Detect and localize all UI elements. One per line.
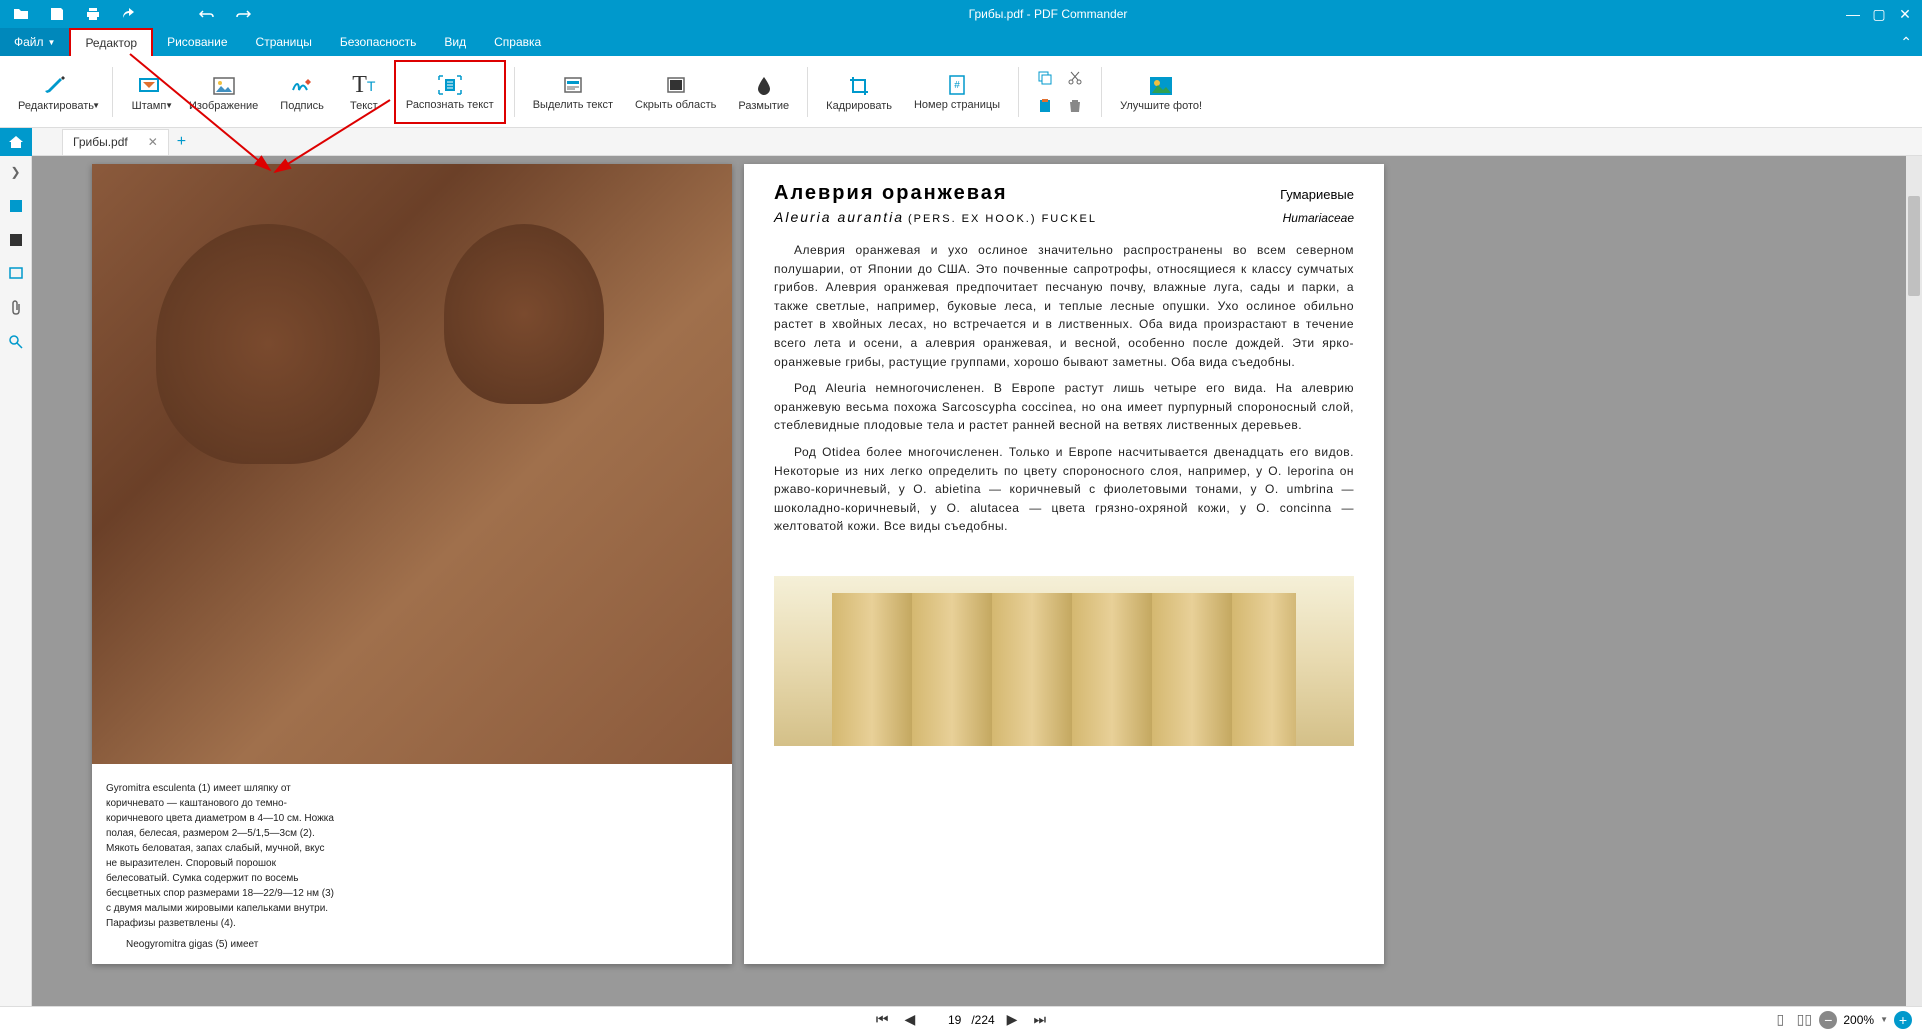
first-page-icon[interactable]: ⏮ <box>872 1011 893 1028</box>
maximize-icon[interactable]: ▢ <box>1870 5 1888 23</box>
search-icon[interactable] <box>4 330 28 354</box>
article-body: Алеврия оранжевая и ухо ослиное значител… <box>774 241 1354 536</box>
window-title: Грибы.pdf - PDF Commander <box>252 7 1844 21</box>
menu-file[interactable]: Файл ▼ <box>0 28 69 56</box>
left-page-caption: Gyromitra esculenta (1) имеет шляпку от … <box>92 769 352 964</box>
document-tab-label: Грибы.pdf <box>73 135 128 149</box>
aleuria-illustration <box>774 576 1354 746</box>
zoom-in-icon[interactable]: + <box>1894 1011 1912 1029</box>
tool-edit[interactable]: Редактировать ▼ <box>8 60 104 124</box>
page-total: /224 <box>971 1013 994 1027</box>
delete-icon[interactable] <box>1063 94 1087 118</box>
stamp-icon <box>133 72 165 100</box>
tool-crop[interactable]: Кадрировать <box>816 60 902 124</box>
image-icon <box>208 72 240 100</box>
chevron-down-icon: ▼ <box>92 101 100 110</box>
add-tab-icon[interactable]: + <box>177 133 186 151</box>
tool-text[interactable]: TT Текст <box>336 60 392 124</box>
tool-blur[interactable]: Размытие <box>728 60 799 124</box>
latin-name: Aleuria aurantia <box>774 209 904 225</box>
save-icon[interactable] <box>48 5 66 23</box>
menu-help[interactable]: Справка <box>480 28 555 56</box>
tool-highlight[interactable]: Выделить текст <box>523 60 623 124</box>
svg-text:#: # <box>954 80 960 91</box>
scroll-thumb[interactable] <box>1908 196 1920 296</box>
open-icon[interactable] <box>12 5 30 23</box>
family-name: Гумариевые <box>1280 187 1354 202</box>
print-icon[interactable] <box>84 5 102 23</box>
prev-page-icon[interactable]: ◀ <box>901 1011 920 1028</box>
highlight-icon <box>557 71 589 99</box>
tool-pagenum[interactable]: # Номер страницы <box>904 60 1010 124</box>
zoom-dropdown-icon[interactable]: ▼ <box>1880 1015 1888 1024</box>
blur-icon <box>748 72 780 100</box>
document-tab[interactable]: Грибы.pdf ✕ <box>62 129 169 155</box>
undo-icon[interactable] <box>198 5 216 23</box>
next-page-icon[interactable]: ▶ <box>1003 1011 1022 1028</box>
tool-enhance[interactable]: Улучшите фото! <box>1110 60 1212 124</box>
menu-pages[interactable]: Страницы <box>242 28 326 56</box>
zoom-level: 200% <box>1843 1013 1874 1027</box>
collapse-ribbon-icon[interactable]: ⌃ <box>1900 34 1912 51</box>
view-double-icon[interactable]: ▯▯ <box>1795 1011 1813 1029</box>
enhance-photo-icon <box>1145 72 1177 100</box>
menu-security[interactable]: Безопасность <box>326 28 431 56</box>
menu-view[interactable]: Вид <box>430 28 480 56</box>
home-tab[interactable] <box>0 128 32 156</box>
copy-icon[interactable] <box>1033 66 1057 90</box>
edit-icon <box>40 72 72 100</box>
mushroom-illustration <box>92 164 732 764</box>
menu-editor[interactable]: Редактор <box>69 28 153 56</box>
latin-author: (PERS. EX HOOK.) FUCKEL <box>908 213 1097 225</box>
signature-icon <box>286 72 318 100</box>
bookmarks-icon[interactable] <box>4 228 28 252</box>
cut-icon[interactable] <box>1063 66 1087 90</box>
view-single-icon[interactable]: ▯ <box>1771 1011 1789 1029</box>
tool-hide[interactable]: Скрыть область <box>625 60 726 124</box>
page-right: Алеврия оранжевая Гумариевые Aleuria aur… <box>744 164 1384 964</box>
menu-drawing[interactable]: Рисование <box>153 28 241 56</box>
tool-stamp[interactable]: Штамп ▼ <box>121 60 177 124</box>
vertical-scrollbar[interactable] <box>1906 156 1922 1006</box>
chevron-down-icon: ▼ <box>165 101 173 110</box>
page-left: Gyromitra esculenta (1) имеет шляпку от … <box>92 164 732 964</box>
close-tab-icon[interactable]: ✕ <box>148 135 158 149</box>
crop-icon <box>843 72 875 100</box>
ocr-icon <box>434 71 466 99</box>
thumbnails-icon[interactable] <box>4 194 28 218</box>
hide-area-icon <box>660 71 692 99</box>
family-latin: Humariaceae <box>1283 211 1354 225</box>
close-icon[interactable]: ✕ <box>1896 5 1914 23</box>
zoom-out-icon[interactable]: − <box>1819 1011 1837 1029</box>
tool-ocr[interactable]: Распознать текст <box>394 60 506 124</box>
paste-icon[interactable] <box>1033 94 1057 118</box>
attachments-icon[interactable] <box>4 296 28 320</box>
pagenum-icon: # <box>941 71 973 99</box>
species-title: Алеврия оранжевая <box>774 182 1008 205</box>
share-icon[interactable] <box>120 5 138 23</box>
comments-icon[interactable] <box>4 262 28 286</box>
tool-signature[interactable]: Подпись <box>270 60 334 124</box>
minimize-icon[interactable]: — <box>1844 5 1862 23</box>
tool-image[interactable]: Изображение <box>179 60 268 124</box>
redo-icon[interactable] <box>234 5 252 23</box>
expand-sidebar-icon[interactable]: ❯ <box>4 160 28 184</box>
page-input[interactable] <box>927 1011 963 1029</box>
last-page-icon[interactable]: ⏭ <box>1029 1011 1050 1028</box>
text-icon: TT <box>348 72 380 100</box>
